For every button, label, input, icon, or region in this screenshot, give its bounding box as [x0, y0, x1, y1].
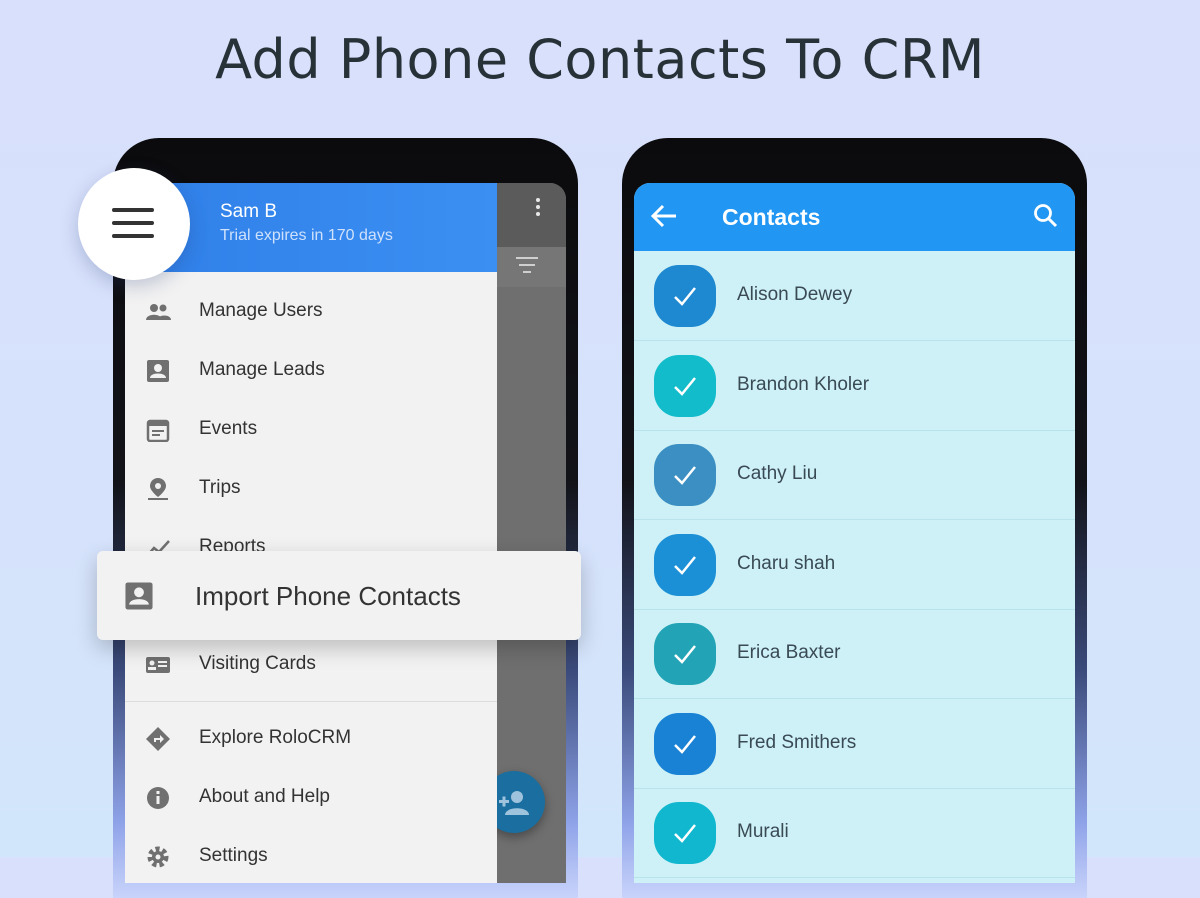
contact-row[interactable]: Brandon Kholer	[634, 341, 1075, 431]
back-arrow-icon[interactable]	[650, 203, 678, 229]
contact-avatar[interactable]	[654, 444, 716, 506]
menu-item-explore-rolocrm[interactable]: Explore RoloCRM	[125, 714, 497, 764]
page-headline: Add Phone Contacts To CRM	[215, 28, 985, 91]
menu-icon-bar	[112, 234, 154, 238]
menu-item-label: About and Help	[199, 786, 330, 807]
contact-row[interactable]: Cathy Liu	[634, 430, 1075, 520]
contact-avatar[interactable]	[654, 623, 716, 685]
overflow-menu-icon[interactable]	[528, 195, 548, 219]
import-phone-contacts-item[interactable]: Import Phone Contacts	[97, 551, 581, 640]
user-name: Sam B	[220, 201, 278, 222]
check-icon	[674, 377, 696, 396]
contact-row[interactable]: Erica Baxter	[634, 609, 1075, 699]
menu-item-settings[interactable]: Settings	[125, 832, 497, 882]
hamburger-menu-button[interactable]	[78, 168, 190, 280]
contact-row[interactable]: Charu shah	[634, 520, 1075, 610]
menu-item-label: Settings	[199, 845, 268, 866]
left-phone-frame: Sam B Trial expires in 170 days Manage U…	[113, 138, 578, 898]
search-icon[interactable]	[1033, 203, 1059, 229]
check-icon	[674, 824, 696, 843]
location-pin-icon	[148, 478, 168, 500]
contact-avatar[interactable]	[654, 265, 716, 327]
contact-avatar[interactable]	[654, 355, 716, 417]
menu-item-manage-leads[interactable]: Manage Leads	[125, 346, 497, 396]
right-phone-screen: Contacts Alison Dewey Brandon Kholer Cat…	[634, 183, 1075, 883]
menu-item-about-help[interactable]: About and Help	[125, 773, 497, 823]
right-phone-frame: Contacts Alison Dewey Brandon Kholer Cat…	[622, 138, 1087, 898]
business-card-icon	[146, 657, 170, 673]
contact-avatar[interactable]	[654, 534, 716, 596]
import-phone-contacts-label: Import Phone Contacts	[195, 581, 461, 611]
people-icon	[146, 304, 171, 320]
check-icon	[674, 287, 696, 306]
check-icon	[674, 645, 696, 664]
gear-icon	[147, 846, 169, 868]
filter-icon[interactable]	[516, 257, 538, 275]
menu-item-label: Events	[199, 418, 258, 439]
contact-row[interactable]: Murali	[634, 788, 1075, 878]
contact-name: Cathy Liu	[737, 463, 818, 484]
menu-item-manage-users[interactable]: Manage Users	[125, 287, 497, 337]
trial-status: Trial expires in 170 days	[220, 227, 393, 244]
menu-item-label: Visiting Cards	[199, 653, 316, 674]
check-icon	[674, 466, 696, 485]
menu-item-trips[interactable]: Trips	[125, 464, 497, 514]
contact-avatar[interactable]	[654, 713, 716, 775]
contact-name: Murali	[737, 821, 789, 842]
page-title: Contacts	[722, 204, 821, 230]
nav-drawer: Sam B Trial expires in 170 days Manage U…	[125, 183, 497, 883]
menu-item-visiting-cards[interactable]: Visiting Cards	[125, 640, 497, 690]
menu-icon-bar	[112, 221, 154, 225]
contact-avatar[interactable]	[654, 802, 716, 864]
contact-name: Brandon Kholer	[737, 374, 870, 395]
check-icon	[674, 556, 696, 575]
left-phone-screen: Sam B Trial expires in 170 days Manage U…	[125, 183, 566, 883]
info-icon	[147, 787, 169, 809]
contact-card-icon	[125, 582, 153, 610]
contact-row[interactable]: Fred Smithers	[634, 699, 1075, 789]
menu-item-label: Explore RoloCRM	[199, 727, 352, 748]
contact-name: Fred Smithers	[737, 732, 857, 753]
contact-name: Alison Dewey	[737, 284, 853, 305]
menu-icon-bar	[112, 208, 154, 212]
check-icon	[674, 735, 696, 754]
contact-name: Charu shah	[737, 553, 836, 574]
menu-item-label: Manage Leads	[199, 359, 325, 380]
menu-item-events[interactable]: Events	[125, 405, 497, 455]
contact-name: Erica Baxter	[737, 642, 841, 663]
menu-item-label: Manage Users	[199, 300, 323, 321]
directions-icon	[146, 727, 170, 751]
person-add-icon	[499, 791, 529, 815]
contacts-app-bar: Contacts	[634, 183, 1075, 251]
menu-item-label: Trips	[199, 477, 241, 498]
menu-divider	[125, 701, 497, 702]
calendar-icon	[146, 419, 170, 442]
contact-card-icon	[147, 360, 169, 382]
contact-row[interactable]: Alison Dewey	[634, 251, 1075, 341]
